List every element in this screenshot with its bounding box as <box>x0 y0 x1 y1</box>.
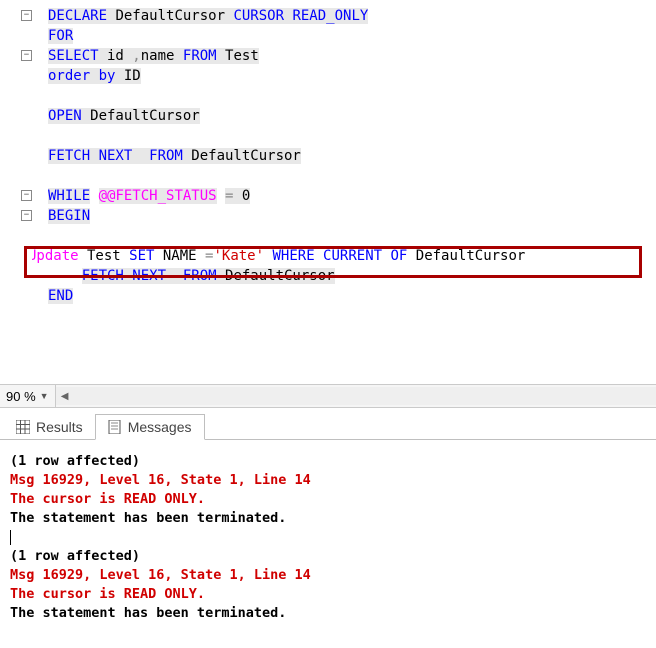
tab-messages[interactable]: Messages <box>95 414 205 440</box>
zoom-value: 90 % <box>6 389 36 404</box>
message-line: (1 row affected) <box>10 547 646 566</box>
message-line: The cursor is READ ONLY. <box>10 585 646 604</box>
code-line[interactable]: OPEN DefaultCursor <box>40 106 656 126</box>
fold-toggle[interactable]: − <box>21 50 32 61</box>
scroll-left-icon[interactable]: ◀ <box>56 387 74 405</box>
code-line[interactable]: FETCH NEXT FROM DefaultCursor <box>40 266 656 286</box>
tab-messages-label: Messages <box>128 419 192 435</box>
document-icon <box>108 420 122 434</box>
horizontal-scrollbar[interactable]: ◀ <box>56 387 656 405</box>
fold-toggle[interactable]: − <box>21 190 32 201</box>
chevron-down-icon: ▼ <box>40 391 49 401</box>
fold-toggle[interactable]: − <box>21 10 32 21</box>
editor-gutter: − − − − <box>0 6 32 376</box>
code-line[interactable]: DECLARE DefaultCursor CURSOR READ_ONLY <box>40 6 656 26</box>
editor-status-bar: 90 % ▼ ◀ <box>0 384 656 408</box>
message-line: (1 row affected) <box>10 452 646 471</box>
message-line: The statement has been terminated. <box>10 509 646 528</box>
messages-pane[interactable]: (1 row affected)Msg 16929, Level 16, Sta… <box>0 440 656 635</box>
code-line[interactable] <box>40 226 656 246</box>
code-line[interactable]: SELECT id ,name FROM Test <box>40 46 656 66</box>
tab-results[interactable]: Results <box>4 415 95 439</box>
code-line[interactable] <box>40 166 656 186</box>
code-line[interactable]: BEGIN <box>40 206 656 226</box>
message-line: Msg 16929, Level 16, State 1, Line 14 <box>10 566 646 585</box>
code-line[interactable]: WHILE @@FETCH_STATUS = 0 <box>40 186 656 206</box>
grid-icon <box>16 420 30 434</box>
code-line[interactable] <box>40 86 656 106</box>
code-line[interactable]: END <box>40 286 656 306</box>
message-line: The cursor is READ ONLY. <box>10 490 646 509</box>
fold-toggle[interactable]: − <box>21 210 32 221</box>
results-pane-tabs: Results Messages <box>0 408 656 440</box>
code-line[interactable]: Update Test SET NAME ='Kate' WHERE CURRE… <box>28 246 656 266</box>
code-line[interactable] <box>40 126 656 146</box>
message-line: Msg 16929, Level 16, State 1, Line 14 <box>10 471 646 490</box>
code-line[interactable]: order by ID <box>40 66 656 86</box>
sql-editor[interactable]: − − − − DECLARE DefaultCursor CURSOR READ_O… <box>0 0 656 384</box>
message-line <box>10 528 646 547</box>
message-line: The statement has been terminated. <box>10 604 646 623</box>
zoom-selector[interactable]: 90 % ▼ <box>0 385 56 407</box>
tab-results-label: Results <box>36 419 83 435</box>
code-line[interactable]: FETCH NEXT FROM DefaultCursor <box>40 146 656 166</box>
code-line[interactable]: FOR <box>40 26 656 46</box>
